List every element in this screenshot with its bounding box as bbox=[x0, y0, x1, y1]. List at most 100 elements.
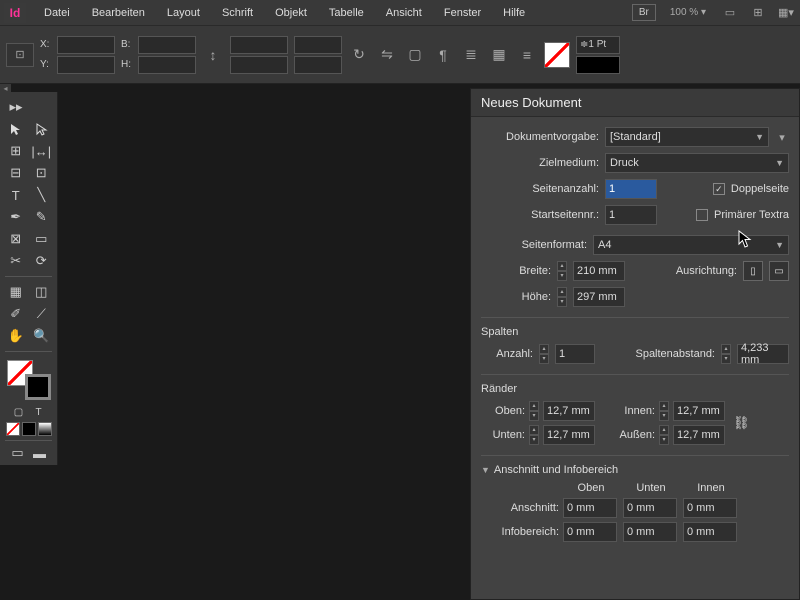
menu-file[interactable]: Datei bbox=[34, 3, 80, 23]
rectangle-tool[interactable]: ▭ bbox=[29, 228, 55, 250]
menu-view[interactable]: Ansicht bbox=[376, 3, 432, 23]
formatting-container-icon[interactable]: ▢ bbox=[11, 404, 27, 420]
menu-help[interactable]: Hilfe bbox=[493, 3, 535, 23]
rotate-90-cw-icon[interactable]: ↻ bbox=[348, 44, 370, 66]
direct-selection-tool[interactable] bbox=[29, 118, 55, 140]
eyedropper-tool[interactable]: ⟋ bbox=[29, 303, 55, 325]
y-input[interactable] bbox=[57, 56, 115, 74]
menu-type[interactable]: Schrift bbox=[212, 3, 263, 23]
gutter-input[interactable]: 4,233 mm bbox=[737, 344, 789, 364]
intent-dropdown[interactable]: Druck▼ bbox=[605, 153, 789, 173]
bleed-inside-input[interactable]: 0 mm bbox=[683, 498, 737, 518]
apply-color-icon[interactable] bbox=[22, 422, 36, 436]
free-transform-tool[interactable]: ⟳ bbox=[29, 250, 55, 272]
slug-label: Infobereich: bbox=[481, 526, 559, 538]
content-placer-tool[interactable]: ⊡ bbox=[29, 162, 55, 184]
line-tool[interactable]: ╲ bbox=[29, 184, 55, 206]
preset-save-icon[interactable]: ▾ bbox=[775, 131, 789, 144]
preset-dropdown[interactable]: [Standard]▼ bbox=[605, 127, 769, 147]
startpage-input[interactable]: 1 bbox=[605, 205, 657, 225]
margin-bottom-input[interactable]: 12,7 mm bbox=[543, 425, 595, 445]
margin-outside-input[interactable]: 12,7 mm bbox=[673, 425, 725, 445]
content-collector-tool[interactable]: ⊟ bbox=[3, 162, 29, 184]
panel-expand-tab[interactable]: ◂ bbox=[0, 84, 11, 92]
apply-none-icon[interactable] bbox=[6, 422, 20, 436]
flip-icon[interactable]: ⇋ bbox=[376, 44, 398, 66]
width-spinner[interactable]: ▴▾ bbox=[557, 261, 567, 281]
bleed-bottom-input[interactable]: 0 mm bbox=[623, 498, 677, 518]
format-dropdown[interactable]: A4▼ bbox=[593, 235, 789, 255]
normal-view-icon[interactable]: ▭ bbox=[9, 445, 27, 461]
fill-swatch-none[interactable] bbox=[544, 42, 570, 68]
x-input[interactable] bbox=[57, 36, 115, 54]
w-input[interactable] bbox=[138, 36, 196, 54]
formatting-text-icon[interactable]: T bbox=[31, 404, 47, 420]
zoom-dropdown[interactable]: 100 % ▾ bbox=[664, 5, 712, 20]
shear-input[interactable] bbox=[294, 56, 342, 74]
type-tool[interactable]: T bbox=[3, 184, 29, 206]
selection-tool[interactable] bbox=[3, 118, 29, 140]
link-margins-icon[interactable]: ⛓ bbox=[733, 415, 750, 431]
slug-top-input[interactable]: 0 mm bbox=[563, 522, 617, 542]
primary-textframe-checkbox[interactable] bbox=[696, 209, 708, 221]
text-wrap-icon[interactable]: ▦ bbox=[488, 44, 510, 66]
slug-inside-input[interactable]: 0 mm bbox=[683, 522, 737, 542]
height-spinner[interactable]: ▴▾ bbox=[557, 287, 567, 307]
workspace-icon[interactable]: ▦▾ bbox=[776, 4, 796, 22]
margin-outside-spinner[interactable]: ▴▾ bbox=[659, 425, 669, 445]
screen-mode-icon[interactable]: ▭ bbox=[720, 4, 740, 22]
menu-layout[interactable]: Layout bbox=[157, 3, 210, 23]
menu-edit[interactable]: Bearbeiten bbox=[82, 3, 155, 23]
preview-mode-icon[interactable]: ▬ bbox=[31, 445, 49, 461]
arrange-icon[interactable]: ⊞ bbox=[748, 4, 768, 22]
align-icon[interactable]: ≡ bbox=[516, 44, 538, 66]
gap-tool[interactable]: |↔| bbox=[29, 140, 55, 162]
orientation-landscape-button[interactable]: ▭ bbox=[769, 261, 789, 281]
note-tool[interactable]: ✐ bbox=[3, 303, 29, 325]
colcount-spinner[interactable]: ▴▾ bbox=[539, 344, 549, 364]
rotate-input[interactable] bbox=[294, 36, 342, 54]
apply-gradient-icon[interactable] bbox=[38, 422, 52, 436]
gradient-swatch-tool[interactable]: ▦ bbox=[3, 281, 29, 303]
scale-x-input[interactable] bbox=[230, 36, 288, 54]
bridge-button[interactable]: Br bbox=[632, 4, 656, 21]
scale-y-input[interactable] bbox=[230, 56, 288, 74]
menu-table[interactable]: Tabelle bbox=[319, 3, 374, 23]
disclose-bleed-icon[interactable]: ▼ bbox=[481, 465, 490, 475]
height-input[interactable]: 297 mm bbox=[573, 287, 625, 307]
menu-window[interactable]: Fenster bbox=[434, 3, 491, 23]
dialog-title: Neues Dokument bbox=[471, 89, 799, 117]
zoom-tool[interactable]: 🔍 bbox=[29, 325, 55, 347]
rectangle-frame-tool[interactable]: ⊠ bbox=[3, 228, 29, 250]
margin-inside-spinner[interactable]: ▴▾ bbox=[659, 401, 669, 421]
margin-top-spinner[interactable]: ▴▾ bbox=[529, 401, 539, 421]
constrain-icon[interactable]: ↕ bbox=[202, 44, 224, 66]
stroke-style-input[interactable] bbox=[576, 56, 620, 74]
slug-bottom-input[interactable]: 0 mm bbox=[623, 522, 677, 542]
pages-input[interactable]: 1 bbox=[605, 179, 657, 199]
h-input[interactable] bbox=[138, 56, 196, 74]
menu-object[interactable]: Objekt bbox=[265, 3, 317, 23]
page-tool[interactable]: ⊞ bbox=[3, 140, 29, 162]
gradient-feather-tool[interactable]: ◫ bbox=[29, 281, 55, 303]
colcount-input[interactable]: 1 bbox=[555, 344, 595, 364]
stroke-weight-input[interactable]: ≑ 1 Pt bbox=[576, 36, 620, 54]
margin-inside-input[interactable]: 12,7 mm bbox=[673, 401, 725, 421]
fill-stroke-control[interactable] bbox=[7, 360, 51, 400]
stroke-color-icon[interactable] bbox=[25, 374, 51, 400]
bleed-top-input[interactable]: 0 mm bbox=[563, 498, 617, 518]
pen-tool[interactable]: ✒ bbox=[3, 206, 29, 228]
ref-point-icon[interactable]: ⊡ bbox=[6, 43, 34, 67]
orientation-portrait-button[interactable]: ▯ bbox=[743, 261, 763, 281]
scissors-tool[interactable]: ✂ bbox=[3, 250, 29, 272]
facing-pages-checkbox[interactable]: ✓ bbox=[713, 183, 725, 195]
gutter-spinner[interactable]: ▴▾ bbox=[721, 344, 731, 364]
hand-tool[interactable]: ✋ bbox=[3, 325, 29, 347]
paragraph-icon[interactable]: ¶ bbox=[432, 44, 454, 66]
margin-top-input[interactable]: 12,7 mm bbox=[543, 401, 595, 421]
margin-bottom-spinner[interactable]: ▴▾ bbox=[529, 425, 539, 445]
pencil-tool[interactable]: ✎ bbox=[29, 206, 55, 228]
content-icon[interactable]: ▢ bbox=[404, 44, 426, 66]
text-columns-icon[interactable]: ≣ bbox=[460, 44, 482, 66]
width-input[interactable]: 210 mm bbox=[573, 261, 625, 281]
